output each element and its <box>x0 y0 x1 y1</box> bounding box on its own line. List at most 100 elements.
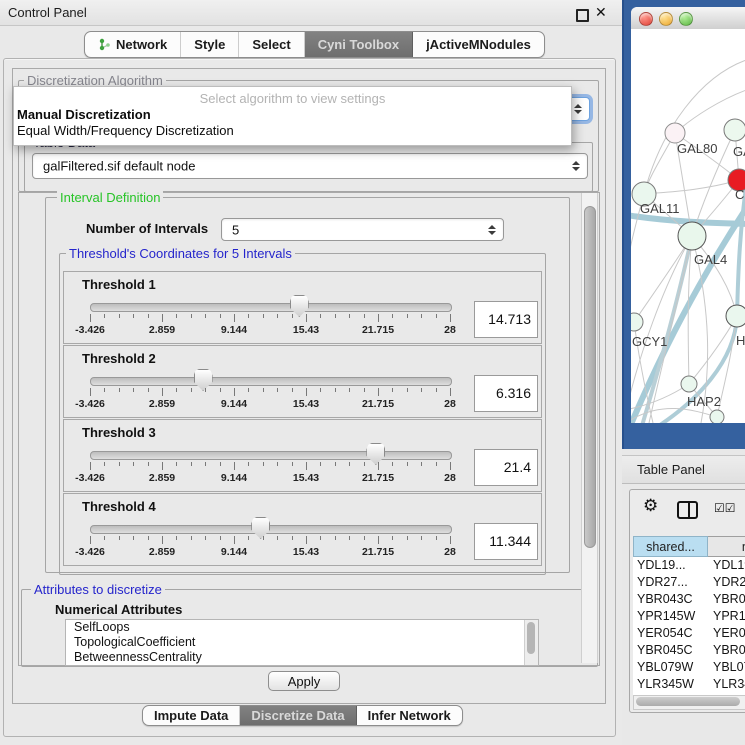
major-tick <box>162 536 163 544</box>
table-row[interactable]: YER054CYER054C <box>633 625 745 642</box>
settings-scrollbar[interactable] <box>581 193 598 663</box>
tab-label: Network <box>116 37 167 52</box>
minor-tick <box>335 314 336 318</box>
table-row[interactable]: YDR27...YDR27... <box>633 574 745 591</box>
threshold-value-field[interactable]: 21.4 <box>474 449 538 486</box>
cell-name[interactable]: YPR145W <box>708 608 745 625</box>
algorithm-dropdown-popup: Select algorithm to view settings Manual… <box>13 86 572 146</box>
minor-tick <box>292 314 293 318</box>
label-hap2: HAP2 <box>687 394 721 409</box>
cell-shared-name[interactable]: YDR27... <box>633 574 708 591</box>
attribute-list-item[interactable]: TopologicalCoefficient <box>66 635 538 650</box>
float-window-icon[interactable] <box>576 9 589 22</box>
tab-jactivemnodules[interactable]: jActiveMNodules <box>413 32 544 57</box>
tab-discretize-data[interactable]: Discretize Data <box>240 706 356 725</box>
threshold-slider-thumb[interactable] <box>194 369 213 391</box>
apply-button[interactable]: Apply <box>268 671 340 691</box>
attribute-list-item[interactable]: SelfLoops <box>66 620 538 635</box>
threshold-slider-track[interactable] <box>90 377 452 386</box>
cell-shared-name[interactable]: YDL19... <box>633 557 708 574</box>
control-panel: Control Panel ✕ Network Style Select Cyn… <box>0 0 622 745</box>
cyni-bottom-tabs: Impute Data Discretize Data Infer Networ… <box>142 705 463 726</box>
close-traffic-light-icon[interactable] <box>639 12 653 26</box>
threshold-slider-track[interactable] <box>90 525 452 534</box>
node-hap2[interactable] <box>681 376 697 392</box>
tab-network[interactable]: Network <box>85 32 181 57</box>
minor-tick <box>407 462 408 466</box>
tab-select[interactable]: Select <box>239 32 304 57</box>
interval-definition-group-title: Interval Definition <box>57 191 163 204</box>
minor-tick <box>104 388 105 392</box>
node-pink[interactable] <box>665 123 685 143</box>
node-gcy1[interactable] <box>631 313 643 331</box>
table-data-combobox[interactable]: galFiltered.sif default node <box>32 153 588 179</box>
table-row[interactable]: YBR045CYBR045C <box>633 642 745 659</box>
table-horizontal-scrollbar[interactable] <box>633 695 745 710</box>
column-header-name[interactable]: name <box>708 536 745 557</box>
minor-tick <box>205 388 206 392</box>
cell-name[interactable]: YER054C <box>708 625 745 642</box>
node-mid-right[interactable] <box>726 305 745 327</box>
dropdown-option-equal-width[interactable]: Equal Width/Frequency Discretization <box>17 123 234 138</box>
minor-tick <box>277 462 278 466</box>
minor-tick <box>436 314 437 318</box>
list-scrollbar[interactable] <box>524 620 538 665</box>
cell-name[interactable]: YBR043C <box>708 591 745 608</box>
threshold-value-field[interactable]: 11.344 <box>474 523 538 560</box>
cell-shared-name[interactable]: YBL079W <box>633 659 708 676</box>
tab-style[interactable]: Style <box>181 32 239 57</box>
node-gal4[interactable] <box>678 222 706 250</box>
tab-infer-network[interactable]: Infer Network <box>357 706 462 725</box>
minimize-traffic-light-icon[interactable] <box>659 12 673 26</box>
panel-title: Control Panel <box>8 5 87 20</box>
cell-name[interactable]: YDL19... <box>708 557 745 574</box>
minor-tick <box>220 314 221 318</box>
major-tick <box>90 314 91 322</box>
table-row[interactable]: YLR345WYLR345W <box>633 676 745 693</box>
attribute-list-item[interactable]: BetweennessCentrality <box>66 650 538 665</box>
threshold-slider-thumb[interactable] <box>251 517 270 539</box>
number-of-intervals-combobox[interactable]: 5 <box>221 218 504 241</box>
node-top-right[interactable] <box>724 119 745 141</box>
major-tick <box>234 388 235 396</box>
minor-tick <box>349 536 350 540</box>
cell-name[interactable]: YDR27... <box>708 574 745 591</box>
combo-arrows-icon <box>572 161 580 171</box>
table-row[interactable]: YBL079WYBL079W <box>633 659 745 676</box>
table-row[interactable]: YDL19...YDL19... <box>633 557 745 574</box>
table-header-row: shared... name <box>633 536 745 557</box>
threshold-slider-track[interactable] <box>90 451 452 460</box>
table-row[interactable]: YBR043CYBR043C <box>633 591 745 608</box>
cell-shared-name[interactable]: YLR345W <box>633 676 708 693</box>
minor-tick <box>263 536 264 540</box>
select-columns-checkboxes-icon[interactable]: ☑☑ <box>714 501 736 515</box>
node-bottom[interactable] <box>710 410 724 423</box>
threshold-value-field[interactable]: 6.316 <box>474 375 538 412</box>
network-canvas[interactable]: GAL80 GA C GAL11 GAL4 GCY1 HA HAP2 <box>631 29 745 423</box>
zoom-traffic-light-icon[interactable] <box>679 12 693 26</box>
label-gal4: GAL4 <box>694 252 727 267</box>
cell-shared-name[interactable]: YPR145W <box>633 608 708 625</box>
network-nodes[interactable] <box>631 119 745 423</box>
tab-cyni-toolbox[interactable]: Cyni Toolbox <box>305 32 413 57</box>
cell-name[interactable]: YBR045C <box>708 642 745 659</box>
cell-name[interactable]: YBL079W <box>708 659 745 676</box>
cell-shared-name[interactable]: YBR043C <box>633 591 708 608</box>
minor-tick <box>320 314 321 318</box>
minor-tick <box>104 536 105 540</box>
threshold-slider-track[interactable] <box>90 303 452 312</box>
minor-tick <box>176 536 177 540</box>
columns-icon[interactable] <box>677 501 698 519</box>
cell-name[interactable]: YLR345W <box>708 676 745 693</box>
close-icon[interactable]: ✕ <box>595 4 607 21</box>
dropdown-option-manual[interactable]: Manual Discretization <box>17 107 151 122</box>
major-tick <box>234 314 235 322</box>
table-row[interactable]: YPR145WYPR145W <box>633 608 745 625</box>
cell-shared-name[interactable]: YBR045C <box>633 642 708 659</box>
threshold-slider-thumb[interactable] <box>366 443 385 465</box>
cell-shared-name[interactable]: YER054C <box>633 625 708 642</box>
tab-impute-data[interactable]: Impute Data <box>143 706 240 725</box>
threshold-value-field[interactable]: 14.713 <box>474 301 538 338</box>
gear-icon[interactable]: ⚙ <box>643 496 658 516</box>
column-header-shared-name[interactable]: shared... <box>633 536 708 557</box>
